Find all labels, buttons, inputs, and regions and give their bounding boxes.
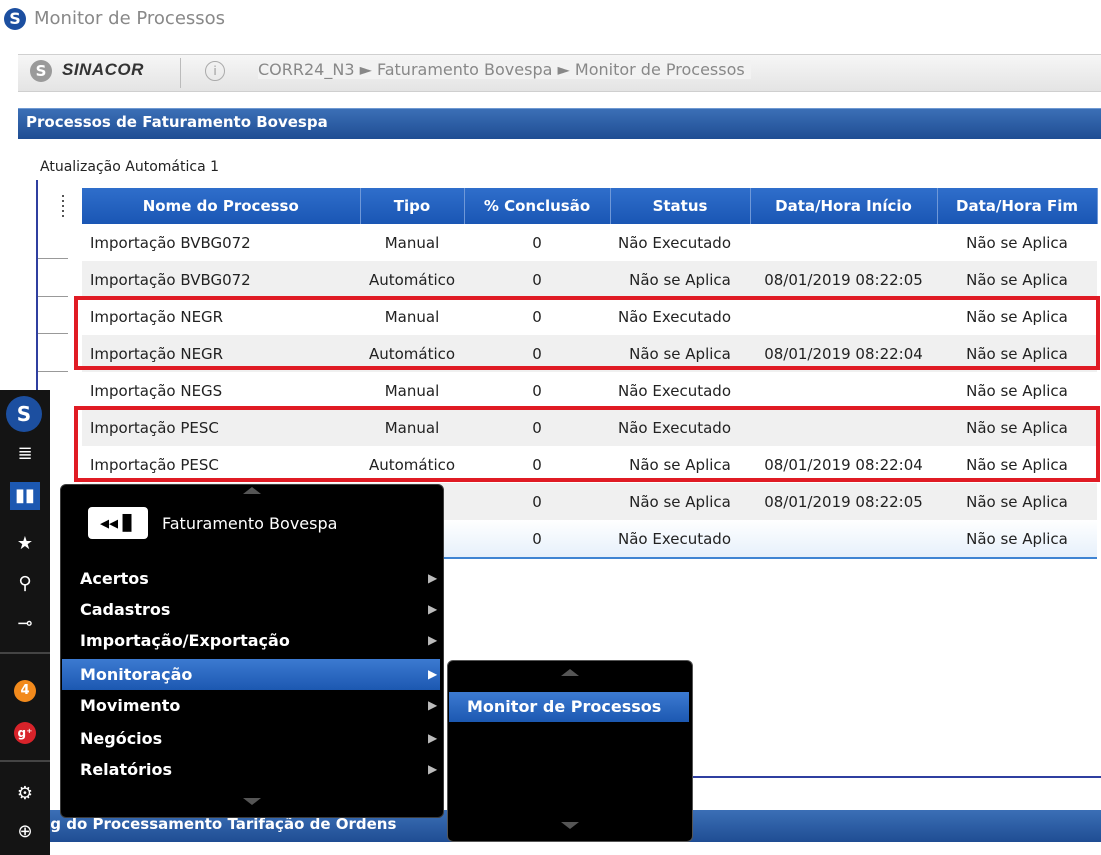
cell-completion: 0 — [464, 520, 610, 559]
cell-start — [750, 520, 937, 559]
menu-item-label: Importação/Exportação — [80, 631, 290, 650]
cell-end: Não se Aplica — [937, 520, 1097, 559]
table-row[interactable]: Importação BVBG072 Manual 0 Não Executad… — [82, 224, 1097, 261]
highlight-box-negr — [74, 296, 1100, 370]
cell-completion: 0 — [464, 483, 610, 520]
menu-item-importacao-exportacao[interactable]: Importação/Exportação ▶ — [62, 625, 440, 656]
submenu-item-label: Monitor de Processos — [467, 697, 662, 716]
menu-item-monitoracao[interactable]: Monitoração ▶ — [62, 659, 440, 690]
menu-item-acertos[interactable]: Acertos ▶ — [62, 563, 440, 594]
cell-start: 08/01/2019 08:22:05 — [750, 483, 937, 520]
menu-item-label: Monitoração — [80, 665, 193, 684]
chart-icon[interactable]: ▮▮ — [10, 482, 40, 510]
cell-process-name: Importação BVBG072 — [90, 233, 251, 252]
menu-module-title: Faturamento Bovespa — [162, 514, 338, 533]
table-row[interactable]: Importação NEGS Manual 0 Não Executado N… — [82, 372, 1097, 409]
menu-item-label: Movimento — [80, 696, 181, 715]
menu-item-label: Negócios — [80, 729, 163, 748]
zoom-in-icon[interactable]: ⊕ — [10, 818, 40, 846]
column-header-start[interactable]: Data/Hora Início — [750, 188, 938, 224]
scroll-down-icon[interactable] — [561, 822, 579, 829]
cell-start — [750, 372, 937, 409]
cell-status: Não Executado — [618, 233, 732, 252]
row-tick — [38, 371, 68, 372]
chevron-right-icon: ▶ — [428, 731, 438, 745]
cell-status: Não Executado — [610, 520, 750, 559]
breadcrumb: CORR24_N3 ► Faturamento Bovespa ► Monito… — [258, 60, 751, 79]
row-tick — [38, 258, 68, 259]
auto-update-label: Atualização Automática 1 — [40, 159, 220, 175]
chevron-right-icon: ▶ — [428, 571, 438, 585]
menu-item-label: Relatórios — [80, 760, 172, 779]
menu-item-relatorios[interactable]: Relatórios ▶ — [62, 754, 440, 785]
cell-status: Não Executado — [618, 381, 732, 400]
cell-end: Não se Aplica — [937, 261, 1097, 298]
row-tick — [38, 333, 68, 334]
column-header-completion[interactable]: % Conclusão — [464, 188, 611, 224]
divider — [180, 58, 181, 88]
submenu-item-monitor-de-processos[interactable]: Monitor de Processos — [449, 692, 689, 722]
column-header-status[interactable]: Status — [610, 188, 751, 224]
search-icon[interactable]: ⚲ — [10, 570, 40, 598]
window-title: Monitor de Processos — [34, 8, 226, 29]
menu-item-label: Cadastros — [80, 600, 171, 619]
cell-type: Manual — [384, 381, 440, 400]
cell-type: Automático — [360, 261, 464, 298]
cell-completion: 0 — [532, 381, 542, 400]
menu-item-label: Acertos — [80, 569, 149, 588]
info-icon[interactable]: i — [205, 61, 225, 81]
cell-process-name: Importação BVBG072 — [82, 261, 360, 298]
faturamento-module-icon: ◀◀▐▌ — [88, 507, 148, 539]
table-row[interactable]: Importação BVBG072 Automático 0 Não se A… — [82, 261, 1097, 298]
scroll-up-icon[interactable] — [243, 487, 261, 494]
highlight-box-pesc — [74, 406, 1100, 482]
brand-name: SINACOR — [62, 60, 144, 79]
cell-process-name: Importação NEGS — [90, 381, 223, 400]
cell-type: Manual — [384, 233, 440, 252]
column-header-process-name[interactable]: Nome do Processo — [82, 188, 361, 224]
scroll-down-icon[interactable] — [243, 798, 261, 805]
cell-status: Não se Aplica — [610, 261, 750, 298]
sinacor-logo-icon[interactable]: S — [6, 396, 42, 432]
chevron-right-icon: ▶ — [428, 667, 438, 681]
menu-item-cadastros[interactable]: Cadastros ▶ — [62, 594, 440, 625]
chevron-right-icon: ▶ — [428, 762, 438, 776]
column-header-end[interactable]: Data/Hora Fim — [937, 188, 1098, 224]
chevron-right-icon: ▶ — [428, 602, 438, 616]
cell-end: Não se Aplica — [966, 233, 1068, 252]
app-logo-icon: S — [4, 8, 26, 30]
panel-title: Processos de Faturamento Bovespa — [26, 113, 328, 131]
scroll-up-icon[interactable] — [561, 669, 579, 676]
menu-item-movimento[interactable]: Movimento ▶ — [62, 690, 440, 721]
brand[interactable]: S SINACOR — [30, 58, 180, 86]
cell-status: Não se Aplica — [610, 483, 750, 520]
cell-completion: 0 — [532, 233, 542, 252]
row-tick — [38, 296, 68, 297]
cell-end: Não se Aplica — [966, 381, 1068, 400]
cell-completion: 0 — [464, 261, 610, 298]
chevron-right-icon: ▶ — [428, 633, 438, 647]
cell-start — [750, 224, 937, 261]
tools-icon[interactable]: ⚙ — [10, 780, 40, 808]
sinacor-logo-icon: S — [30, 60, 52, 82]
star-icon[interactable]: ★ — [10, 530, 40, 558]
list-icon[interactable]: ≣ — [10, 440, 40, 468]
notification-badge-icon[interactable]: 4 — [14, 680, 36, 702]
key-icon[interactable]: ⊸ — [10, 610, 40, 638]
chevron-right-icon: ▶ — [428, 698, 438, 712]
menu-item-negocios[interactable]: Negócios ▶ — [62, 723, 440, 754]
column-header-type[interactable]: Tipo — [360, 188, 465, 224]
divider — [0, 760, 50, 762]
divider — [0, 652, 50, 654]
left-dock: S ≣ ▮▮ ★ ⚲ ⊸ 4 g⁺ ⚙ ⊕ — [0, 390, 50, 855]
column-grip-icon[interactable] — [60, 193, 66, 221]
cell-end: Não se Aplica — [937, 483, 1097, 520]
submenu — [447, 660, 693, 842]
cell-start: 08/01/2019 08:22:05 — [750, 261, 937, 298]
table-header-row: Nome do Processo Tipo % Conclusão Status… — [82, 188, 1098, 224]
google-plus-icon[interactable]: g⁺ — [14, 722, 36, 744]
